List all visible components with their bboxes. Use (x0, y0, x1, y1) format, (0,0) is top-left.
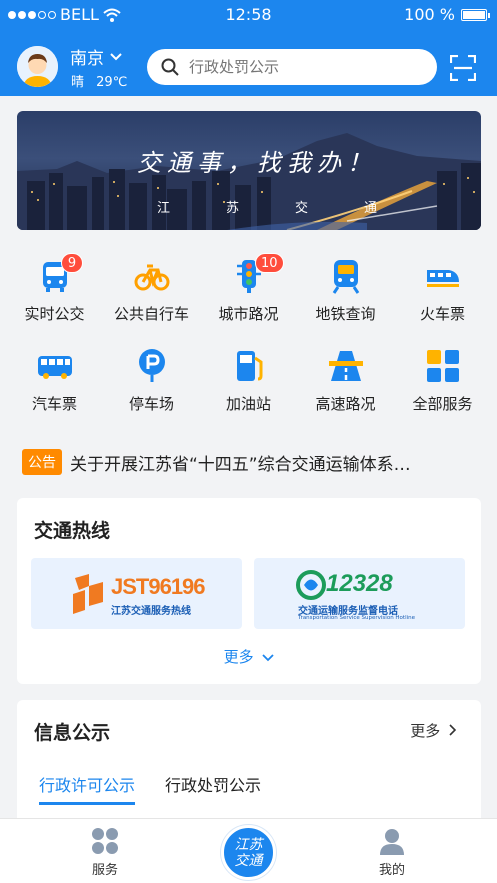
hotline-number: 12328 (326, 570, 393, 597)
info-tabs: 行政许可公示 行政处罚公示 (39, 772, 261, 805)
banner-title: 交通事，找我办！ (137, 149, 377, 177)
hotline-title: 交通热线 (34, 520, 111, 542)
service-parking[interactable]: 停车场 (103, 340, 200, 420)
banner-subtitle: 江 苏 交 通 (157, 197, 377, 216)
weather-label: 晴 (71, 75, 85, 90)
service-metro-query[interactable]: 地铁查询 (297, 250, 394, 330)
notification-badge: 9 (61, 253, 83, 273)
service-public-bike[interactable]: 公共自行车 (103, 250, 200, 330)
bicycle-icon (134, 264, 170, 291)
hotline-more-link[interactable]: 更多 (17, 646, 481, 667)
user-avatar-icon (17, 46, 58, 87)
service-city-traffic[interactable]: 10 城市路况 (200, 250, 297, 330)
hotline-jst96196[interactable]: JST96196 江苏交通服务热线 (31, 558, 242, 629)
tab-label: 服务 (91, 863, 118, 878)
more-label: 更多 (223, 648, 254, 666)
search-bar[interactable] (147, 49, 437, 85)
info-card: 信息公示 更多 行政许可公示 行政处罚公示 (17, 700, 481, 830)
service-row: 9 实时公交 公共自行车 10 城市路况 地铁查询 火车票 (6, 250, 491, 330)
battery-icon (461, 8, 490, 21)
jst-logo-icon (73, 574, 103, 614)
info-title: 信息公示 (34, 722, 111, 744)
banner-subtitle-char: 交 (294, 201, 308, 216)
highway-icon (329, 351, 363, 381)
user-icon (380, 829, 404, 855)
banner-subtitle-char: 江 (157, 201, 171, 216)
tab-admin-license[interactable]: 行政许可公示 (39, 772, 136, 805)
status-bar: BELL 12:58 100 % (0, 0, 497, 28)
service-highway-traffic[interactable]: 高速路况 (297, 340, 394, 420)
train-icon (427, 270, 459, 287)
service-label: 公共自行车 (113, 305, 189, 323)
weather-info: 晴 29℃ (71, 71, 127, 90)
battery-info: 100 % (404, 5, 490, 24)
search-icon (161, 58, 179, 76)
service-coach-ticket[interactable]: 汽车票 (6, 340, 103, 420)
chevron-down-icon (110, 52, 122, 60)
service-label: 加油站 (225, 395, 271, 413)
avatar[interactable] (17, 46, 58, 87)
hotline-number: JST96196 (111, 574, 206, 599)
service-label: 火车票 (419, 305, 465, 323)
temperature-label: 29℃ (96, 75, 128, 90)
all-services-icon (427, 350, 459, 382)
service-label: 全部服务 (412, 395, 473, 413)
chevron-down-icon (262, 654, 275, 662)
service-realtime-bus[interactable]: 9 实时公交 (6, 250, 103, 330)
gas-station-icon (237, 351, 263, 381)
hotline-caption: 江苏交通服务热线 (111, 606, 191, 617)
header: BELL 12:58 100 % 南京 晴 29℃ (0, 0, 497, 96)
service-label: 停车场 (128, 395, 174, 413)
search-input[interactable] (189, 58, 409, 76)
banner-subtitle-char: 通 (363, 201, 377, 216)
service-all[interactable]: 全部服务 (394, 340, 491, 420)
tab-label: 我的 (378, 863, 405, 878)
tab-services[interactable]: 服务 (65, 827, 145, 878)
service-row: 汽车票 停车场 加油站 高速路况 全部服务 (6, 340, 491, 420)
more-label: 更多 (410, 722, 441, 740)
service-label: 实时公交 (24, 305, 85, 323)
announcement-text: 关于开展江苏省“十四五”综合交通运输体系… (70, 454, 411, 475)
service-label: 高速路况 (315, 395, 376, 413)
service-label: 城市路况 (218, 305, 279, 323)
service-gas-station[interactable]: 加油站 (200, 340, 297, 420)
announcement-bar[interactable]: 公告 关于开展江苏省“十四五”综合交通运输体系… (22, 447, 482, 477)
promo-banner[interactable]: 交通事，找我办！ 江 苏 交 通 (17, 111, 481, 230)
city-selector[interactable]: 南京 (70, 44, 122, 69)
service-label: 地铁查询 (315, 305, 376, 323)
tab-mine[interactable]: 我的 (352, 827, 432, 878)
city-label: 南京 (70, 49, 104, 69)
hotline-logo-icon (296, 570, 326, 600)
banner-subtitle-char: 苏 (225, 201, 239, 216)
hotline-12328[interactable]: 12328 交通运输服务监督电话 Transportation Service … (254, 558, 465, 629)
coach-icon (38, 356, 72, 379)
metro-icon (332, 260, 360, 294)
info-more-link[interactable]: 更多 (410, 720, 457, 741)
tab-admin-penalty[interactable]: 行政处罚公示 (165, 772, 261, 805)
tab-home-logo[interactable]: 江苏交通 (221, 825, 276, 880)
bottom-tab-bar: 服务 江苏交通 我的 (0, 818, 497, 883)
hotline-caption-en: Transportation Service Supervision Hotli… (298, 615, 416, 621)
battery-label: 100 % (404, 5, 455, 24)
home-logo-text: 江苏交通 (234, 837, 263, 869)
service-label: 汽车票 (31, 395, 77, 413)
announcement-tag: 公告 (22, 449, 62, 475)
scan-icon[interactable] (450, 55, 476, 81)
hotline-card: 交通热线 JST96196 江苏交通服务热线 12328 交通运输服务监督电话 … (17, 498, 481, 684)
service-train-ticket[interactable]: 火车票 (394, 250, 491, 330)
grid-icon (92, 828, 118, 854)
notification-badge: 10 (255, 253, 284, 273)
chevron-right-icon (449, 724, 457, 736)
parking-icon (139, 349, 165, 382)
